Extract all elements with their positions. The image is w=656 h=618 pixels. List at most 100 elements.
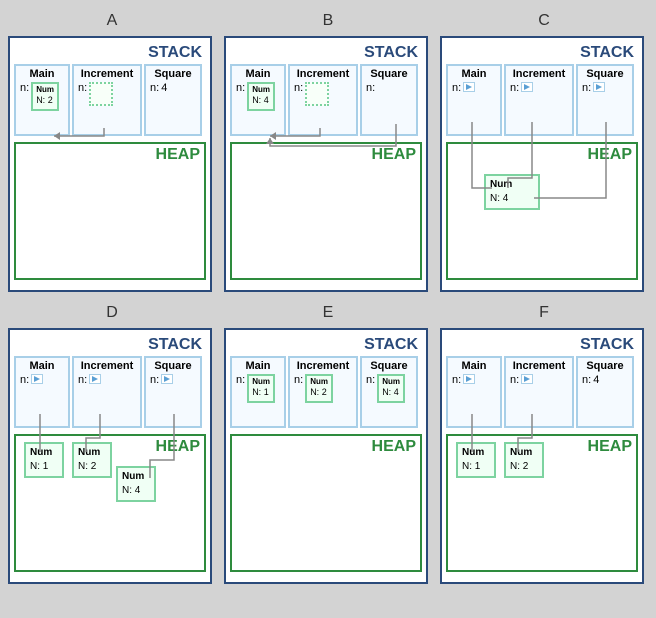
frame-title: Main bbox=[18, 360, 66, 374]
stack-frame-inc: Incrementn: bbox=[288, 64, 358, 136]
memory-panel: STACK Mainn:NumN: 2 Incrementn: Squaren:… bbox=[8, 36, 212, 292]
heap-num-box: NumN: 4 bbox=[484, 174, 540, 210]
n-row: n:NumN: 2 bbox=[292, 374, 354, 403]
diagram-cell-F: F STACK Mainn: Incrementn: Squaren: 4 HE… bbox=[440, 300, 648, 584]
stack-frames: Mainn:NumN: 1 Incrementn:NumN: 2 Squaren… bbox=[230, 356, 422, 428]
frame-title: Increment bbox=[76, 360, 138, 374]
diagram-label: F bbox=[440, 300, 648, 328]
n-label: n: bbox=[294, 374, 303, 386]
diagram-label: B bbox=[224, 8, 432, 36]
diagram-label: C bbox=[440, 8, 648, 36]
heap-num-box: NumN: 4 bbox=[116, 466, 156, 502]
frame-title: Square bbox=[148, 68, 198, 82]
pointer-icon bbox=[463, 374, 475, 384]
heap-title: HEAP bbox=[372, 146, 416, 164]
n-label: n: bbox=[510, 374, 519, 386]
n-row: n: 4 bbox=[580, 374, 630, 386]
heap-area: HEAP bbox=[230, 142, 422, 280]
n-value: 4 bbox=[593, 374, 599, 386]
heap-num-box: NumN: 1 bbox=[24, 442, 64, 478]
stack-frame-main: Mainn: bbox=[446, 64, 502, 136]
stack-title: STACK bbox=[446, 334, 638, 356]
stack-frame-inc: Incrementn: bbox=[504, 64, 574, 136]
n-label: n: bbox=[20, 82, 29, 94]
pointer-icon bbox=[593, 82, 605, 92]
heap-title: HEAP bbox=[372, 438, 416, 456]
stack-title: STACK bbox=[230, 42, 422, 64]
stack-frame-main: Mainn:NumN: 2 bbox=[14, 64, 70, 136]
pointer-icon bbox=[161, 374, 173, 384]
n-row: n:NumN: 1 bbox=[234, 374, 282, 403]
stack-title: STACK bbox=[14, 42, 206, 64]
diagram-label: E bbox=[224, 300, 432, 328]
memory-panel: STACK Mainn:NumN: 4 Incrementn: Squaren:… bbox=[224, 36, 428, 292]
diagram-cell-A: A STACK Mainn:NumN: 2 Incrementn: Square… bbox=[8, 8, 216, 292]
num-box: NumN: 2 bbox=[31, 82, 59, 111]
ghost-box bbox=[305, 82, 329, 106]
n-row: n: bbox=[580, 82, 630, 94]
pointer-icon bbox=[521, 82, 533, 92]
n-label: n: bbox=[150, 374, 159, 386]
n-row: n: bbox=[148, 374, 198, 386]
stack-frame-main: Mainn: bbox=[446, 356, 502, 428]
stack-frame-inc: Incrementn: bbox=[72, 64, 142, 136]
stack-title: STACK bbox=[446, 42, 638, 64]
frame-title: Main bbox=[18, 68, 66, 82]
heap-area: HEAP bbox=[230, 434, 422, 572]
memory-panel: STACK Mainn: Incrementn: Squaren: HEAP N… bbox=[8, 328, 212, 584]
stack-frames: Mainn: Incrementn: Squaren: bbox=[446, 64, 638, 136]
stack-frame-main: Mainn: bbox=[14, 356, 70, 428]
stack-frames: Mainn:NumN: 2 Incrementn: Squaren: 4 bbox=[14, 64, 206, 136]
n-row: n: bbox=[450, 82, 498, 94]
n-label: n: bbox=[20, 374, 29, 386]
stack-frame-sq: Squaren: bbox=[360, 64, 418, 136]
stack-frame-sq: Squaren: bbox=[144, 356, 202, 428]
frame-title: Main bbox=[234, 68, 282, 82]
stack-frame-sq: Squaren: bbox=[576, 64, 634, 136]
heap-area: HEAP NumN: 1NumN: 2NumN: 4 bbox=[14, 434, 206, 572]
n-row: n:NumN: 4 bbox=[364, 374, 414, 403]
n-label: n: bbox=[366, 374, 375, 386]
num-box: NumN: 4 bbox=[247, 82, 275, 111]
diagram-cell-B: B STACK Mainn:NumN: 4 Incrementn: Square… bbox=[224, 8, 432, 292]
n-label: n: bbox=[236, 374, 245, 386]
n-row: n: bbox=[508, 374, 570, 386]
n-row: n: bbox=[76, 374, 138, 386]
diagram-cell-D: D STACK Mainn: Incrementn: Squaren: HEAP… bbox=[8, 300, 216, 584]
frame-title: Main bbox=[234, 360, 282, 374]
diagram-cell-E: E STACK Mainn:NumN: 1 Incrementn:NumN: 2… bbox=[224, 300, 432, 584]
heap-area: HEAP NumN: 4 bbox=[446, 142, 638, 280]
n-label: n: bbox=[366, 82, 375, 94]
stack-frame-inc: Incrementn:NumN: 2 bbox=[288, 356, 358, 428]
stack-frames: Mainn:NumN: 4 Incrementn: Squaren: bbox=[230, 64, 422, 136]
n-row: n: bbox=[76, 82, 138, 106]
stack-frame-inc: Incrementn: bbox=[72, 356, 142, 428]
num-box: NumN: 4 bbox=[377, 374, 405, 403]
num-box: NumN: 1 bbox=[247, 374, 275, 403]
heap-num-box: NumN: 2 bbox=[72, 442, 112, 478]
n-label: n: bbox=[452, 82, 461, 94]
frame-title: Main bbox=[450, 360, 498, 374]
heap-title: HEAP bbox=[588, 438, 632, 456]
memory-panel: STACK Mainn: Incrementn: Squaren: 4 HEAP… bbox=[440, 328, 644, 584]
heap-area: HEAP NumN: 1NumN: 2 bbox=[446, 434, 638, 572]
diagram-label: D bbox=[8, 300, 216, 328]
stack-frames: Mainn: Incrementn: Squaren: 4 bbox=[446, 356, 638, 428]
frame-title: Square bbox=[148, 360, 198, 374]
n-row: n:NumN: 4 bbox=[234, 82, 282, 111]
n-row: n: bbox=[292, 82, 354, 106]
stack-frame-sq: Squaren: 4 bbox=[576, 356, 634, 428]
n-row: n: bbox=[364, 82, 414, 94]
n-row: n: bbox=[508, 82, 570, 94]
frame-title: Main bbox=[450, 68, 498, 82]
diagram-cell-C: C STACK Mainn: Incrementn: Squaren: HEAP… bbox=[440, 8, 648, 292]
stack-frame-sq: Squaren: 4 bbox=[144, 64, 202, 136]
frame-title: Increment bbox=[292, 360, 354, 374]
n-label: n: bbox=[510, 82, 519, 94]
frame-title: Increment bbox=[508, 68, 570, 82]
n-row: n:NumN: 2 bbox=[18, 82, 66, 111]
ghost-box bbox=[89, 82, 113, 106]
stack-frame-main: Mainn:NumN: 1 bbox=[230, 356, 286, 428]
stack-frame-inc: Incrementn: bbox=[504, 356, 574, 428]
stack-frame-main: Mainn:NumN: 4 bbox=[230, 64, 286, 136]
